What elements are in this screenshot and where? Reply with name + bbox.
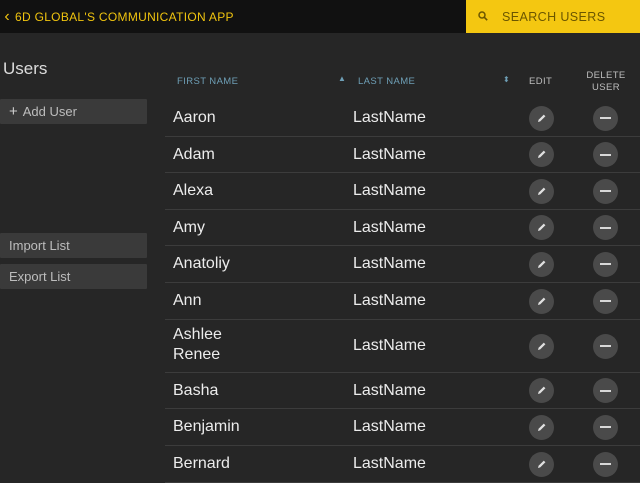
delete-user-button[interactable] xyxy=(593,105,618,131)
edit-button[interactable] xyxy=(529,142,554,167)
first-name-cell: Bernard xyxy=(173,455,230,472)
user-list: Aaron LastName Adam LastName Alexa LastName Am… xyxy=(165,100,640,483)
first-name-cell: Amy xyxy=(173,218,205,236)
search-icon xyxy=(472,0,498,33)
pencil-icon xyxy=(538,114,546,122)
pencil-icon xyxy=(538,460,546,468)
app-title: 6D GLOBAL'S COMMUNICATION APP xyxy=(15,9,234,24)
first-name-cell: Basha xyxy=(173,381,219,399)
minus-icon xyxy=(600,226,611,229)
table-row[interactable]: Basha LastName xyxy=(165,373,640,409)
export-list-label: Export List xyxy=(9,269,71,284)
edit-button[interactable] xyxy=(529,288,554,314)
delete-user-button[interactable] xyxy=(593,333,618,359)
add-user-button[interactable]: + Add User xyxy=(0,99,147,124)
first-name-cell: Aaron xyxy=(173,109,216,126)
table-row[interactable]: Anatoliy LastName xyxy=(165,246,640,283)
top-bar: ‹ 6D GLOBAL'S COMMUNICATION APP SEARCH U… xyxy=(0,0,640,33)
last-name-cell: LastName xyxy=(353,337,426,354)
last-name-cell: LastName xyxy=(353,182,426,199)
edit-button[interactable] xyxy=(529,414,554,440)
table-row[interactable]: Adam LastName xyxy=(165,137,640,173)
search-label: SEARCH USERS xyxy=(502,9,606,24)
last-name-cell: LastName xyxy=(353,218,426,236)
minus-icon xyxy=(600,300,611,302)
delete-user-button[interactable] xyxy=(593,251,618,277)
minus-icon xyxy=(600,263,611,265)
pencil-icon xyxy=(538,260,546,268)
first-name-cell: Alexa xyxy=(173,182,214,199)
minus-icon xyxy=(600,389,611,392)
minus-icon xyxy=(600,117,611,119)
search-users-button[interactable]: SEARCH USERS xyxy=(466,0,640,33)
last-name-cell: LastName xyxy=(353,292,426,309)
pencil-icon xyxy=(538,342,546,350)
delete-header-line-1: DELETE xyxy=(586,70,626,81)
pencil-icon xyxy=(538,386,546,394)
first-name-cell: Ann xyxy=(173,292,202,309)
edit-button[interactable] xyxy=(529,215,554,240)
table-row[interactable]: Bernard LastName xyxy=(165,446,640,483)
add-user-label: Add User xyxy=(22,104,77,119)
last-name-cell: LastName xyxy=(353,381,426,399)
chevron-left-icon: ‹ xyxy=(4,7,10,25)
delete-user-button[interactable] xyxy=(593,215,618,240)
first-name-cell: Benjamin xyxy=(173,418,240,435)
sidebar-title: Users xyxy=(3,59,48,78)
edit-column-header: EDIT xyxy=(529,76,553,87)
delete-user-column-header: DELETE USER xyxy=(582,70,630,94)
import-list-button[interactable]: Import List xyxy=(0,233,147,258)
delete-header-line-2: USER xyxy=(592,82,620,93)
pencil-icon xyxy=(538,150,546,158)
minus-icon xyxy=(600,463,611,465)
last-name-cell: LastName xyxy=(353,145,426,163)
table-row[interactable]: Alexa LastName xyxy=(165,173,640,210)
last-name-cell: LastName xyxy=(353,418,426,435)
table-row[interactable]: Ann LastName xyxy=(165,283,640,320)
delete-user-button[interactable] xyxy=(593,178,618,204)
delete-user-button[interactable] xyxy=(593,288,618,314)
minus-icon xyxy=(600,190,611,192)
edit-button[interactable] xyxy=(529,178,554,204)
last-name-cell: LastName xyxy=(353,455,426,472)
last-name-cell: LastName xyxy=(353,255,426,272)
first-name-cell: Adam xyxy=(173,145,215,163)
first-name-column-header[interactable]: FIRST NAME xyxy=(177,76,238,87)
import-list-label: Import List xyxy=(9,238,70,253)
table-row[interactable]: Ashlee Renee LastName xyxy=(165,320,640,373)
delete-user-button[interactable] xyxy=(593,378,618,403)
table-row[interactable]: Benjamin LastName xyxy=(165,409,640,446)
pencil-icon xyxy=(538,297,546,305)
sort-icon: ⬍ xyxy=(503,75,511,84)
minus-icon xyxy=(600,345,611,347)
delete-user-button[interactable] xyxy=(593,451,618,477)
first-name-cell: Ashlee Renee xyxy=(173,326,222,363)
pencil-icon xyxy=(538,223,546,231)
first-name-cell: Anatoliy xyxy=(173,255,230,272)
export-list-button[interactable]: Export List xyxy=(0,264,147,289)
last-name-cell: LastName xyxy=(353,109,426,126)
minus-icon xyxy=(600,153,611,156)
minus-icon xyxy=(600,426,611,428)
back-button[interactable]: ‹ 6D GLOBAL'S COMMUNICATION APP xyxy=(0,0,234,33)
plus-icon: + xyxy=(9,103,18,120)
edit-button[interactable] xyxy=(529,451,554,477)
edit-button[interactable] xyxy=(529,105,554,131)
sort-asc-icon: ▲ xyxy=(338,74,347,83)
pencil-icon xyxy=(538,187,546,195)
pencil-icon xyxy=(538,423,546,431)
table-row[interactable]: Amy LastName xyxy=(165,210,640,246)
last-name-column-header[interactable]: LAST NAME xyxy=(358,76,415,87)
edit-button[interactable] xyxy=(529,378,554,403)
delete-user-button[interactable] xyxy=(593,414,618,440)
edit-button[interactable] xyxy=(529,333,554,359)
edit-button[interactable] xyxy=(529,251,554,277)
delete-user-button[interactable] xyxy=(593,142,618,167)
table-row[interactable]: Aaron LastName xyxy=(165,100,640,137)
